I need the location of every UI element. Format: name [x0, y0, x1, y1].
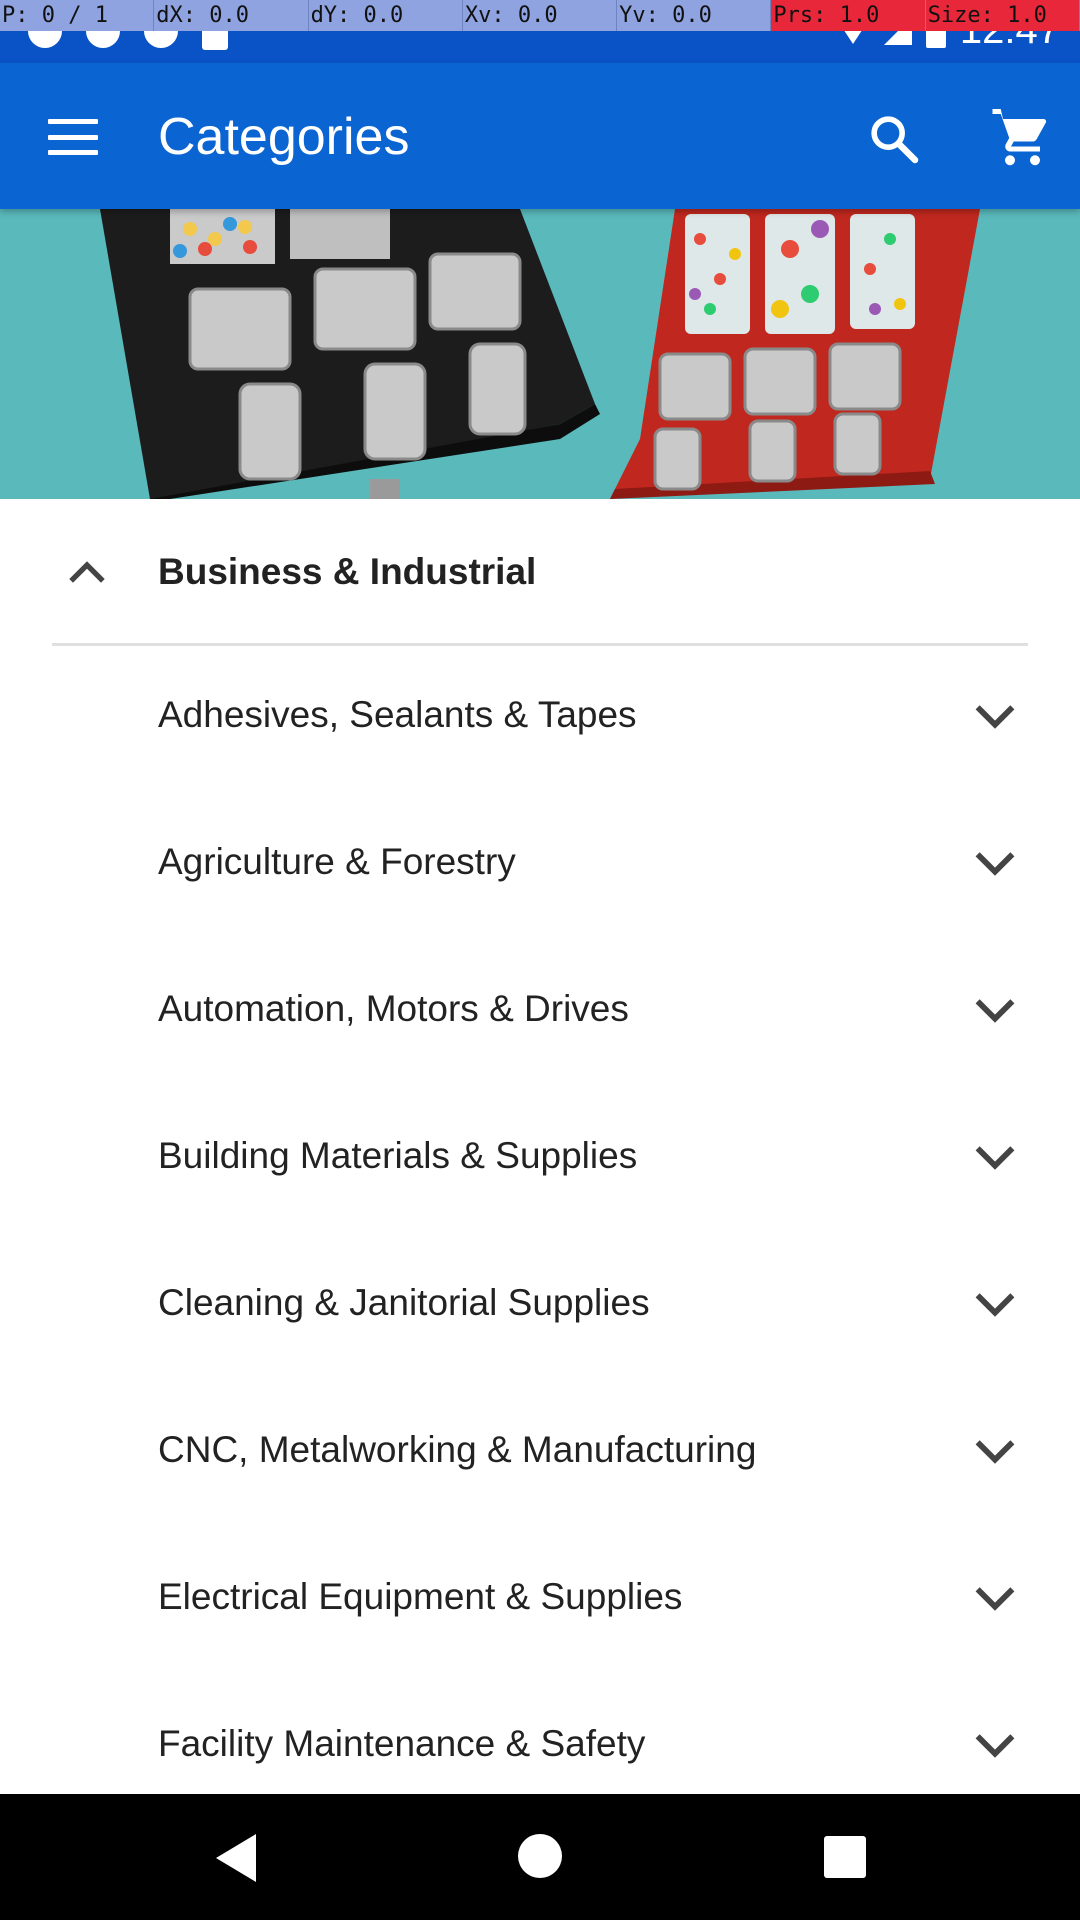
subcategory-label: CNC, Metalworking & Manufacturing: [158, 1429, 757, 1470]
subcategory-label: Building Materials & Supplies: [158, 1135, 638, 1176]
category-list: Business & Industrial Adhesives, Sealant…: [0, 499, 1080, 1822]
debug-yv: Yv: 0.0: [617, 0, 772, 31]
debug-pressure: Prs: 1.0: [771, 0, 926, 31]
subcategory-row[interactable]: Adhesives, Sealants & Tapes: [0, 646, 1080, 793]
subcategory-row[interactable]: Electrical Equipment & Supplies: [0, 1528, 1080, 1675]
cart-icon[interactable]: [990, 109, 1050, 169]
chevron-down-icon[interactable]: [972, 1282, 1018, 1328]
system-nav-bar: [0, 1794, 1080, 1920]
page-title: Categories: [158, 108, 410, 166]
subcategory-row[interactable]: Cleaning & Janitorial Supplies: [0, 1234, 1080, 1381]
subcategory-row[interactable]: Building Materials & Supplies: [0, 1087, 1080, 1234]
chevron-down-icon[interactable]: [972, 1576, 1018, 1622]
category-parent-label: Business & Industrial: [158, 551, 537, 592]
chevron-down-icon[interactable]: [972, 694, 1018, 740]
subcategory-row[interactable]: CNC, Metalworking & Manufacturing: [0, 1381, 1080, 1528]
subcategory-label: Facility Maintenance & Safety: [158, 1723, 646, 1764]
chevron-down-icon[interactable]: [972, 1429, 1018, 1475]
subcategory-row[interactable]: Agriculture & Forestry: [0, 793, 1080, 940]
debug-dy: dY: 0.0: [309, 0, 463, 31]
subcategory-label: Electrical Equipment & Supplies: [158, 1576, 683, 1617]
chevron-up-icon[interactable]: [66, 551, 108, 593]
debug-dx: dX: 0.0: [154, 0, 309, 31]
chevron-down-icon[interactable]: [972, 988, 1018, 1034]
recent-apps-icon[interactable]: [824, 1836, 866, 1878]
debug-pointer: P: 0 / 1: [0, 0, 155, 31]
pointer-debug-overlay: P: 0 / 1 dX: 0.0 dY: 0.0 Xv: 0.0 Yv: 0.0…: [0, 0, 1080, 31]
chevron-down-icon[interactable]: [972, 1723, 1018, 1769]
debug-xv: Xv: 0.0: [463, 0, 618, 31]
subcategory-label: Adhesives, Sealants & Tapes: [158, 694, 637, 735]
menu-icon[interactable]: [48, 119, 98, 155]
category-parent-row[interactable]: Business & Industrial: [52, 499, 1028, 646]
home-icon[interactable]: [518, 1834, 562, 1878]
subcategory-label: Cleaning & Janitorial Supplies: [158, 1282, 650, 1323]
chevron-down-icon[interactable]: [972, 1135, 1018, 1181]
subcategory-label: Automation, Motors & Drives: [158, 988, 629, 1029]
subcategory-row[interactable]: Automation, Motors & Drives: [0, 940, 1080, 1087]
debug-size: Size: 1.0: [925, 0, 1080, 31]
app-bar: Categories: [0, 63, 1080, 209]
search-icon[interactable]: [866, 111, 922, 167]
chevron-down-icon[interactable]: [972, 841, 1018, 887]
category-banner-image: [0, 209, 1080, 499]
subcategory-label: Agriculture & Forestry: [158, 841, 516, 882]
back-icon[interactable]: [216, 1834, 256, 1882]
